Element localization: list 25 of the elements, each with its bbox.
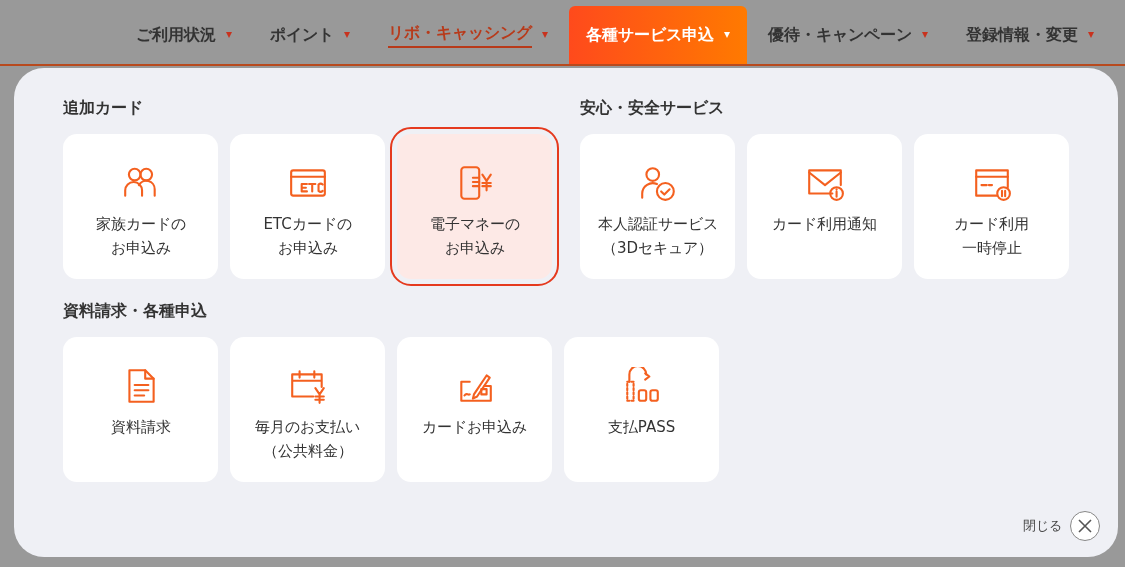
caret-icon (226, 32, 232, 38)
section-title: 追加カード (63, 98, 144, 119)
close-icon (1078, 519, 1092, 533)
caret-icon (724, 32, 730, 38)
service-card[interactable]: 支払PASS (564, 337, 719, 482)
service-card[interactable]: ETCカードの お申込み (230, 134, 385, 279)
nav-tab[interactable]: 優待・キャンペーン (751, 6, 945, 64)
service-card[interactable]: カード利用 一時停止 (914, 134, 1069, 279)
service-card[interactable]: 毎月のお支払い （公共料金） (230, 337, 385, 482)
caret-icon (344, 32, 350, 38)
nav-tab[interactable]: ポイント (253, 6, 367, 64)
service-card[interactable]: 本人認証サービス （3Dセキュア） (580, 134, 735, 279)
nav-tab[interactable]: 登録情報・変更 (949, 6, 1111, 64)
caret-icon (542, 32, 548, 38)
close-label: 閉じる (1023, 517, 1062, 535)
nav-tab[interactable]: ご利用状況 (119, 6, 249, 64)
section-title: 安心・安全サービス (580, 98, 725, 119)
close-button[interactable] (1070, 511, 1100, 541)
caret-icon (1088, 32, 1094, 38)
service-card[interactable]: カード利用通知 (747, 134, 902, 279)
section-title: 資料請求・各種申込 (63, 301, 208, 322)
caret-icon (922, 32, 928, 38)
service-card[interactable]: 家族カードの お申込み (63, 134, 218, 279)
service-card[interactable]: カードお申込み (397, 337, 552, 482)
service-card[interactable]: 資料請求 (63, 337, 218, 482)
